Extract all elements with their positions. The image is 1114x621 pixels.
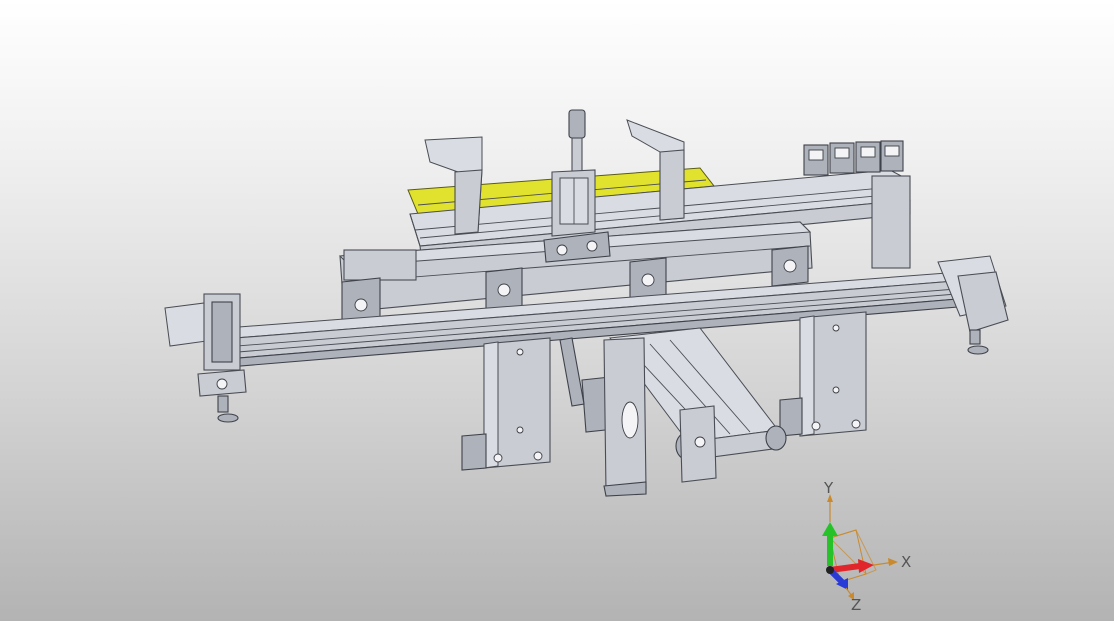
graphics-viewport[interactable]: Y X Z [0,0,1114,621]
left-support-leg[interactable] [461,337,551,471]
triad-x-label: X [901,553,911,571]
triad-x-label-arrow [888,558,898,566]
upper-rail-end-block[interactable] [871,175,911,269]
left-rail-carriage[interactable] [164,293,247,423]
link-arm[interactable] [559,337,585,407]
triad-origin [826,566,834,574]
coordinate-triad: Y X Z [822,479,911,614]
cad-assembly-model[interactable] [0,0,1114,621]
triad-y-label: Y [823,479,834,497]
sensor-block-group[interactable] [803,140,904,176]
triad-x-axis [829,563,861,573]
right-support-leg[interactable] [779,311,867,437]
triad-y-arrowhead [822,522,838,536]
triad-z-label: Z [851,596,861,614]
left-end-cap[interactable] [343,249,417,281]
